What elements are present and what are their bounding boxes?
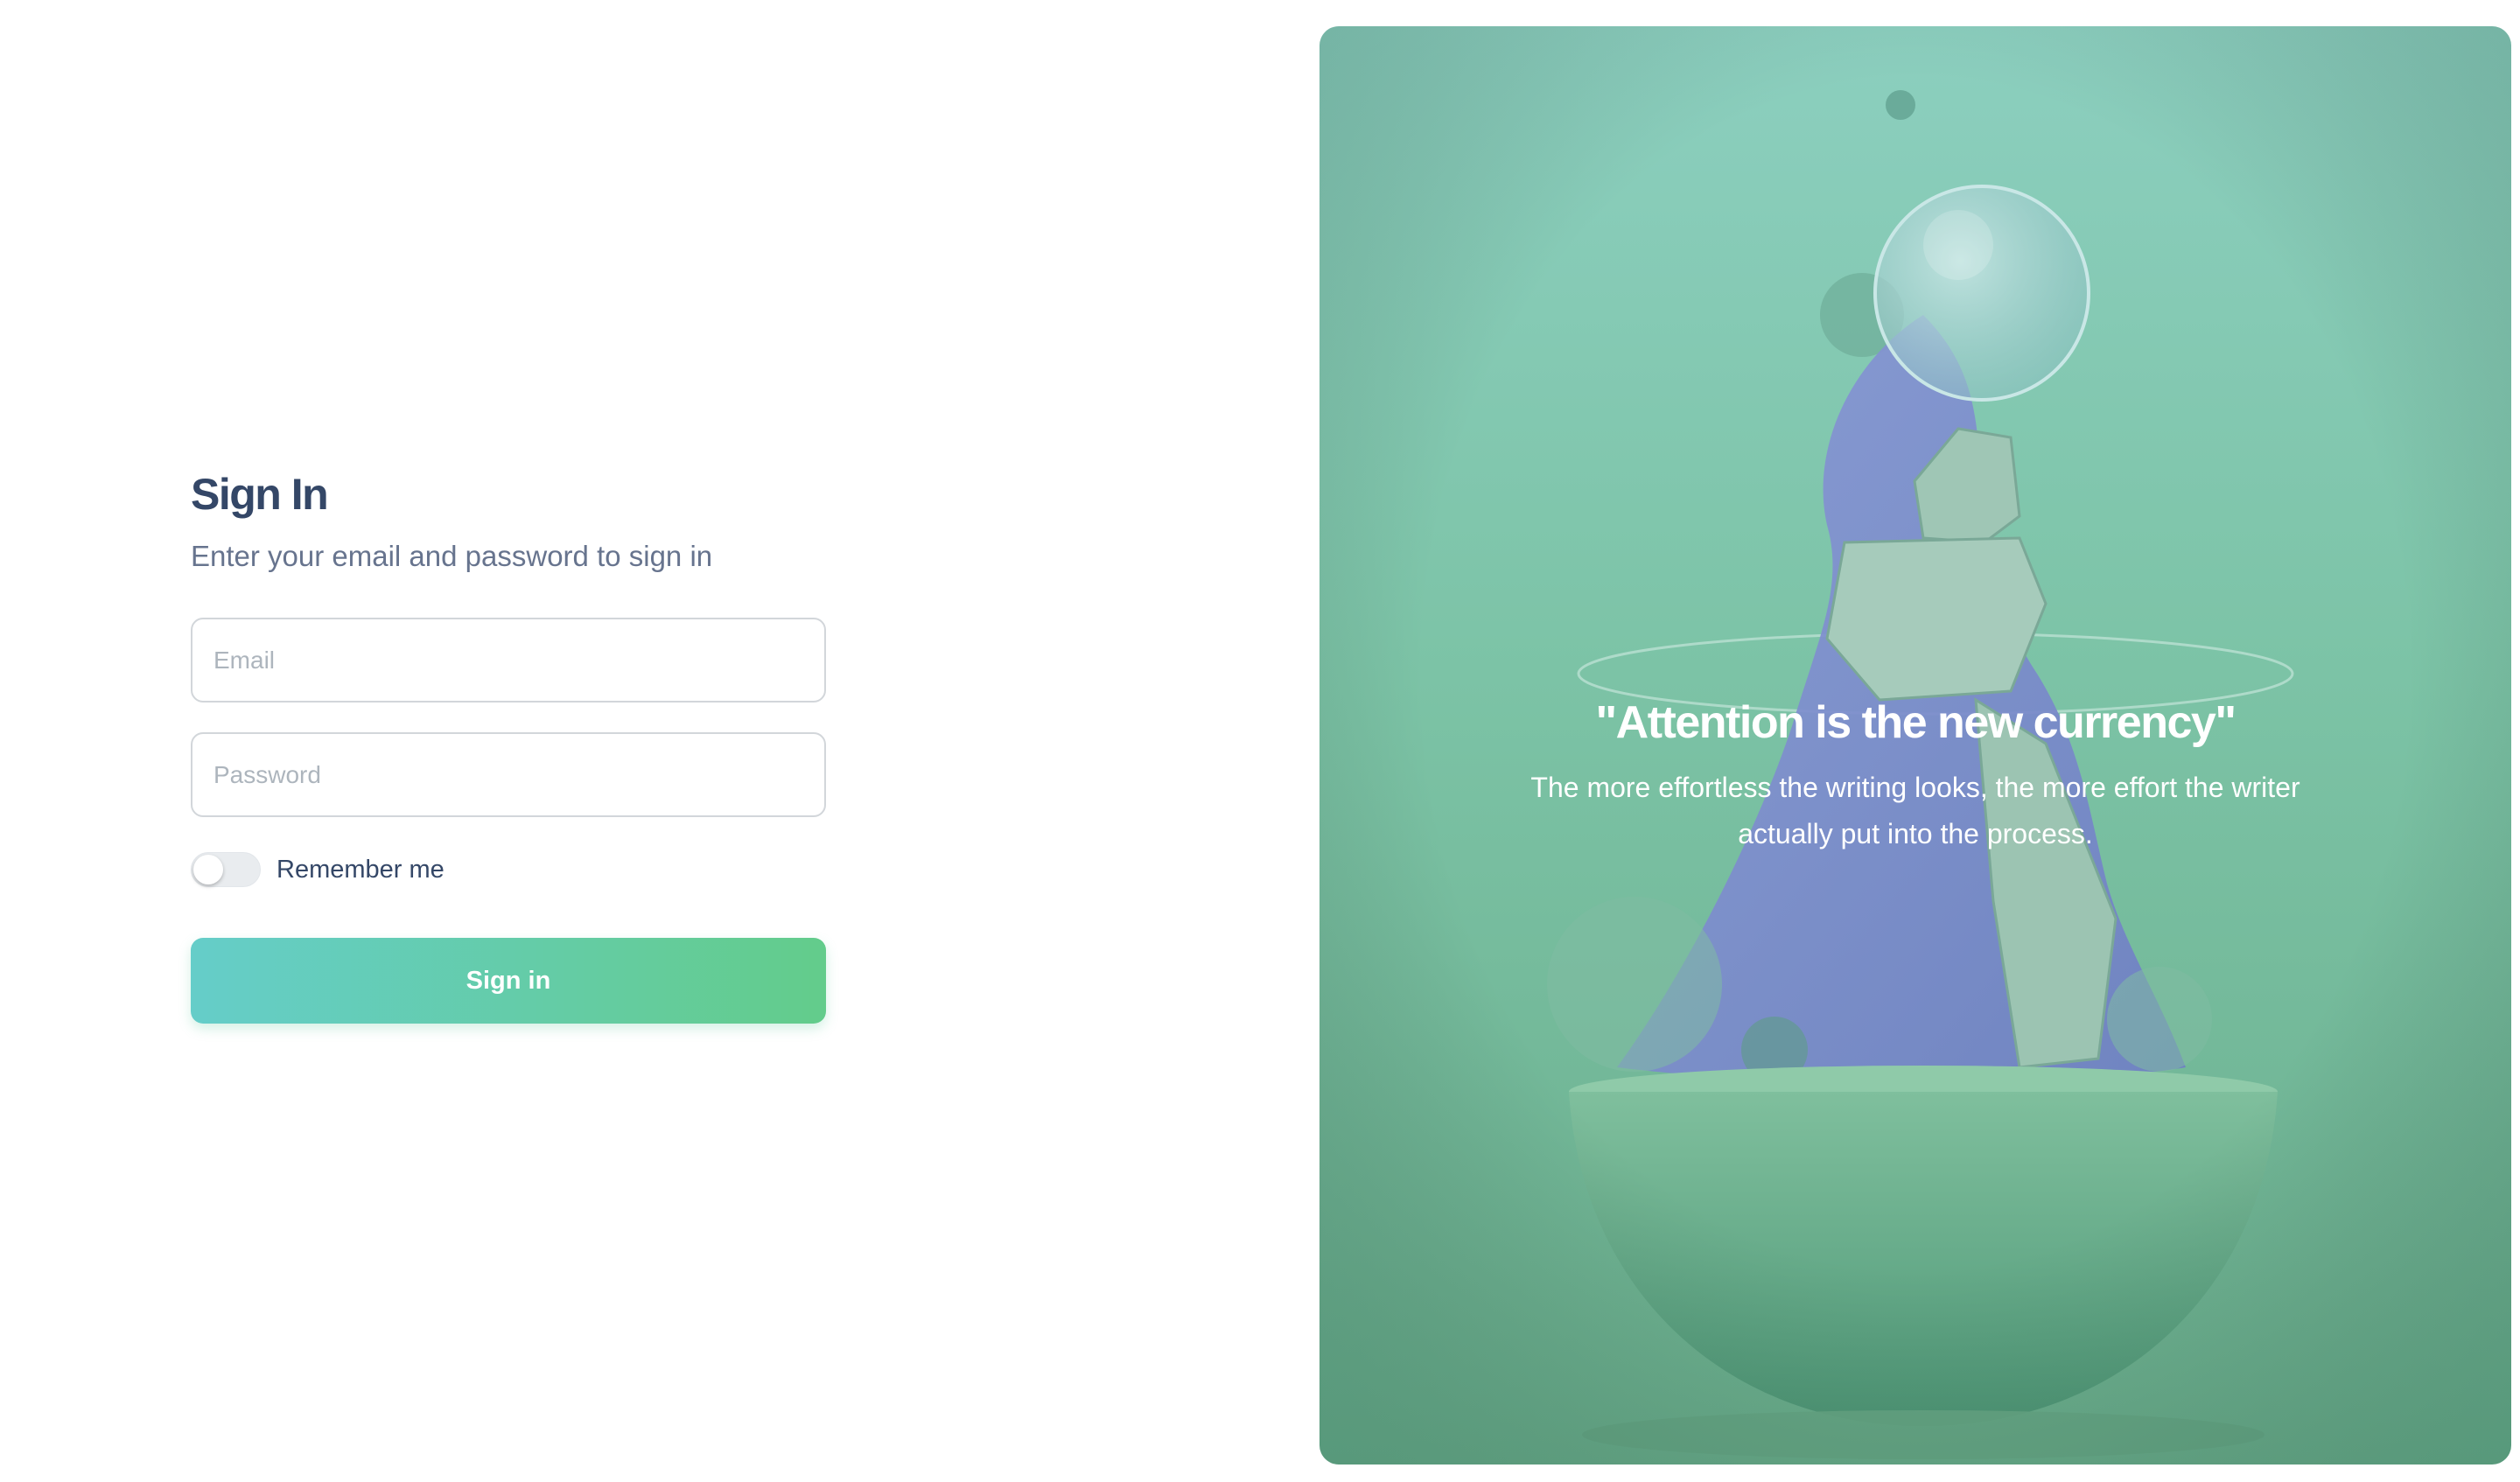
password-input[interactable]: [191, 732, 826, 817]
signin-form: Sign In Enter your email and password to…: [191, 464, 826, 1024]
toggle-knob: [193, 855, 223, 884]
email-input[interactable]: [191, 618, 826, 703]
remember-me-label[interactable]: Remember me: [276, 856, 444, 884]
remember-me-row: Remember me: [191, 850, 826, 889]
remember-me-toggle[interactable]: [191, 852, 261, 887]
sign-in-button[interactable]: Sign in: [191, 938, 826, 1024]
page-subtitle: Enter your email and password to sign in: [191, 540, 713, 572]
page-title: Sign In: [191, 470, 329, 519]
hero-subtext: The more effortless the writing looks, t…: [1530, 772, 2300, 849]
hero-panel: "Attention is the new currency" The more…: [1320, 26, 2511, 1465]
hero-text: "Attention is the new currency" The more…: [1320, 691, 2511, 857]
hero-quote: "Attention is the new currency": [1595, 697, 2236, 748]
